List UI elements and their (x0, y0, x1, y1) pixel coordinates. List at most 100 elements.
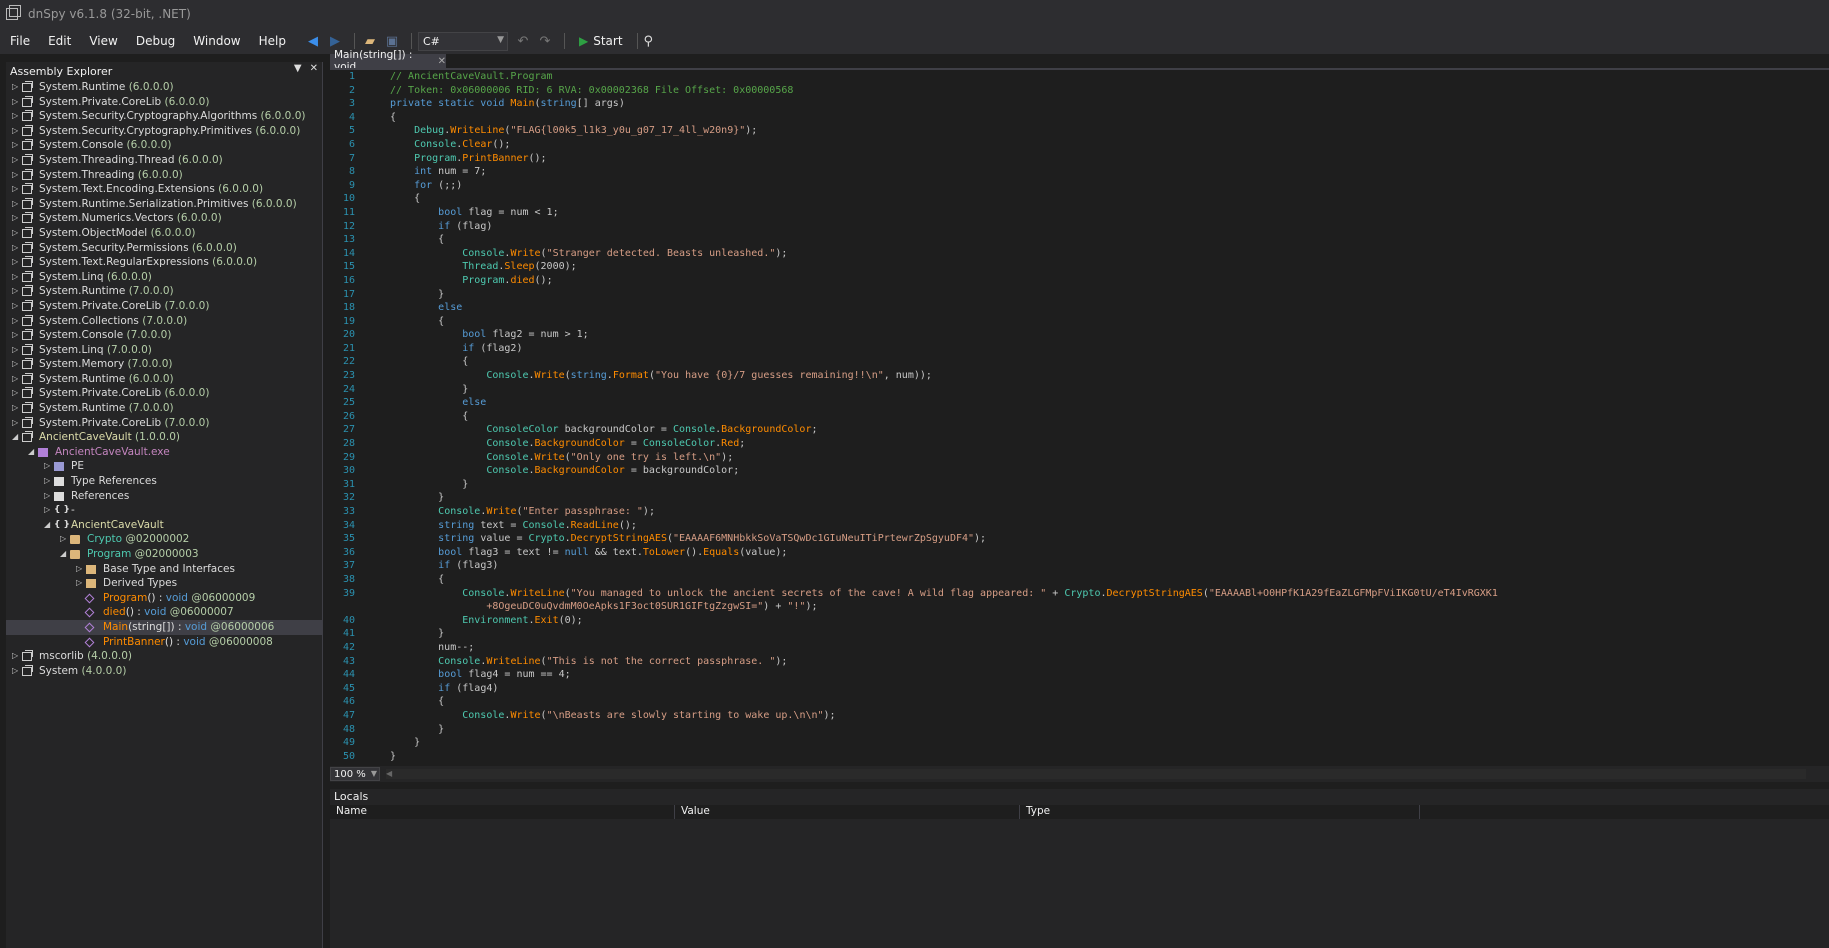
collapsed-arrow-icon[interactable]: ▷ (12, 182, 20, 197)
code-token[interactable]: Console (414, 139, 456, 150)
assembly-node[interactable]: ▷ System.ObjectModel (6.0.0.0) (6, 226, 322, 241)
assembly-node[interactable]: ▷ mscorlib (4.0.0.0) (6, 649, 322, 664)
code-token[interactable]: Main (510, 98, 534, 109)
code-token[interactable]: Console (438, 656, 480, 667)
collapsed-arrow-icon[interactable]: ▷ (12, 255, 20, 270)
close-icon[interactable]: ✕ (310, 63, 318, 74)
type-references-node[interactable]: ▷ Type References (6, 474, 322, 489)
base-types-node[interactable]: ▷ Base Type and Interfaces (6, 562, 322, 577)
code-token[interactable]: Thread (462, 261, 498, 272)
menu-window[interactable]: Window (193, 34, 240, 48)
menu-file[interactable]: File (10, 34, 30, 48)
code-token[interactable]: ToLower (643, 547, 685, 558)
collapsed-arrow-icon[interactable]: ▷ (44, 489, 52, 504)
code-token[interactable]: ConsoleColor (643, 438, 715, 449)
expanded-arrow-icon[interactable]: ◢ (28, 445, 36, 460)
code-token[interactable]: Program (414, 153, 456, 164)
open-folder-icon[interactable]: ▰ (361, 32, 379, 50)
collapsed-arrow-icon[interactable]: ▷ (12, 284, 20, 299)
code-token[interactable]: Console (486, 465, 528, 476)
close-tab-icon[interactable]: ✕ (438, 56, 446, 67)
collapsed-arrow-icon[interactable]: ▷ (12, 80, 20, 95)
code-token[interactable]: Write (510, 248, 540, 259)
code-token[interactable]: Sleep (504, 261, 534, 272)
panel-options-icon[interactable]: ▼ (294, 63, 302, 74)
code-token[interactable]: Console (486, 452, 528, 463)
assembly-node[interactable]: ▷ System (4.0.0.0) (6, 664, 322, 679)
code-token[interactable]: WriteLine (450, 125, 504, 136)
expanded-arrow-icon[interactable]: ◢ (60, 547, 68, 562)
pe-node[interactable]: ▷ PE (6, 459, 322, 474)
code-token[interactable]: Format (613, 370, 649, 381)
decompiled-code[interactable]: // AncientCaveVault.Program // Token: 0x0… (390, 70, 1498, 765)
code-token[interactable]: Console (486, 370, 528, 381)
menu-help[interactable]: Help (259, 34, 286, 48)
collapsed-arrow-icon[interactable]: ▷ (12, 211, 20, 226)
collapsed-arrow-icon[interactable]: ▷ (12, 401, 20, 416)
assembly-node[interactable]: ▷ System.Numerics.Vectors (6.0.0.0) (6, 211, 322, 226)
method-node[interactable]: died() : void @06000007 (6, 605, 322, 620)
collapsed-arrow-icon[interactable]: ▷ (12, 95, 20, 110)
search-icon[interactable]: ⚲ (644, 34, 654, 49)
save-all-icon[interactable]: ▣ (383, 32, 401, 50)
module-node[interactable]: ◢ AncientCaveVault.exe (6, 445, 322, 460)
collapsed-arrow-icon[interactable]: ▷ (60, 532, 68, 547)
code-token[interactable]: Console (438, 506, 480, 517)
method-node[interactable]: Program() : void @06000009 (6, 591, 322, 606)
assembly-node[interactable]: ▷ System.Text.Encoding.Extensions (6.0.0.… (6, 182, 322, 197)
navigate-back-icon[interactable]: ◀ (304, 32, 322, 50)
code-token[interactable]: Console (522, 520, 564, 531)
code-token[interactable]: Write (486, 506, 516, 517)
references-node[interactable]: ▷ References (6, 489, 322, 504)
collapsed-arrow-icon[interactable]: ▷ (12, 270, 20, 285)
collapsed-arrow-icon[interactable]: ▷ (12, 197, 20, 212)
assembly-node[interactable]: ▷ System.Security.Cryptography.Algorithms… (6, 109, 322, 124)
collapsed-arrow-icon[interactable]: ▷ (12, 372, 20, 387)
language-select[interactable]: C# ▼ (417, 31, 508, 51)
assembly-node-ancientcavevault[interactable]: ◢ AncientCaveVault (1.0.0.0) (6, 430, 322, 445)
menu-edit[interactable]: Edit (48, 34, 71, 48)
method-node[interactable]: PrintBanner() : void @06000008 (6, 635, 322, 650)
tab-main-method[interactable]: Main(string[]) : void ✕ (330, 49, 446, 73)
method-node[interactable]: Main(string[]) : void @06000006 (6, 619, 322, 635)
collapsed-arrow-icon[interactable]: ▷ (12, 299, 20, 314)
code-token[interactable]: Console (462, 588, 504, 599)
assembly-node[interactable]: ▷ System.Private.CoreLib (7.0.0.0) (6, 299, 322, 314)
code-token[interactable]: DecryptStringAES (1107, 588, 1203, 599)
assembly-node[interactable]: ▷ System.Threading (6.0.0.0) (6, 168, 322, 183)
menu-debug[interactable]: Debug (136, 34, 175, 48)
collapsed-arrow-icon[interactable]: ▷ (12, 386, 20, 401)
assembly-node[interactable]: ▷ System.Linq (6.0.0.0) (6, 270, 322, 285)
code-token[interactable]: ReadLine (571, 520, 619, 531)
menu-view[interactable]: View (89, 34, 117, 48)
code-token[interactable]: Crypto (528, 533, 564, 544)
navigate-forward-icon[interactable]: ▶ (326, 32, 344, 50)
collapsed-arrow-icon[interactable]: ▷ (44, 503, 52, 518)
assembly-node[interactable]: ▷ System.Private.CoreLib (7.0.0.0) (6, 416, 322, 431)
code-token[interactable]: Console (486, 438, 528, 449)
collapsed-arrow-icon[interactable]: ▷ (12, 226, 20, 241)
namespace-node[interactable]: ◢{ } AncientCaveVault (6, 518, 322, 533)
column-name[interactable]: Name (330, 805, 675, 819)
collapsed-arrow-icon[interactable]: ▷ (12, 241, 20, 256)
assembly-node[interactable]: ▷ System.Runtime.Serialization.Primitives… (6, 197, 322, 212)
expanded-arrow-icon[interactable]: ◢ (44, 518, 52, 533)
code-token[interactable]: BackgroundColor (721, 424, 811, 435)
collapsed-arrow-icon[interactable]: ▷ (76, 576, 84, 591)
scroll-left-icon[interactable]: ◀ (386, 769, 394, 779)
assembly-node[interactable]: ▷ System.Memory (7.0.0.0) (6, 357, 322, 372)
collapsed-arrow-icon[interactable]: ▷ (12, 357, 20, 372)
collapsed-arrow-icon[interactable]: ▷ (12, 649, 20, 664)
collapsed-arrow-icon[interactable]: ▷ (12, 109, 20, 124)
zoom-select[interactable]: 100 % ▼ (330, 767, 380, 781)
code-token[interactable]: Write (535, 452, 565, 463)
assembly-node[interactable]: ▷ System.Collections (7.0.0.0) (6, 314, 322, 329)
start-button[interactable]: ▶ Start (579, 34, 623, 48)
assembly-node[interactable]: ▷ System.Console (6.0.0.0) (6, 138, 322, 153)
assembly-node[interactable]: ▷ System.Linq (7.0.0.0) (6, 343, 322, 358)
empty-namespace-node[interactable]: ▷{ } - (6, 503, 322, 518)
code-token[interactable]: Write (535, 370, 565, 381)
code-token[interactable]: DecryptStringAES (571, 533, 667, 544)
collapsed-arrow-icon[interactable]: ▷ (12, 153, 20, 168)
collapsed-arrow-icon[interactable]: ▷ (12, 168, 20, 183)
